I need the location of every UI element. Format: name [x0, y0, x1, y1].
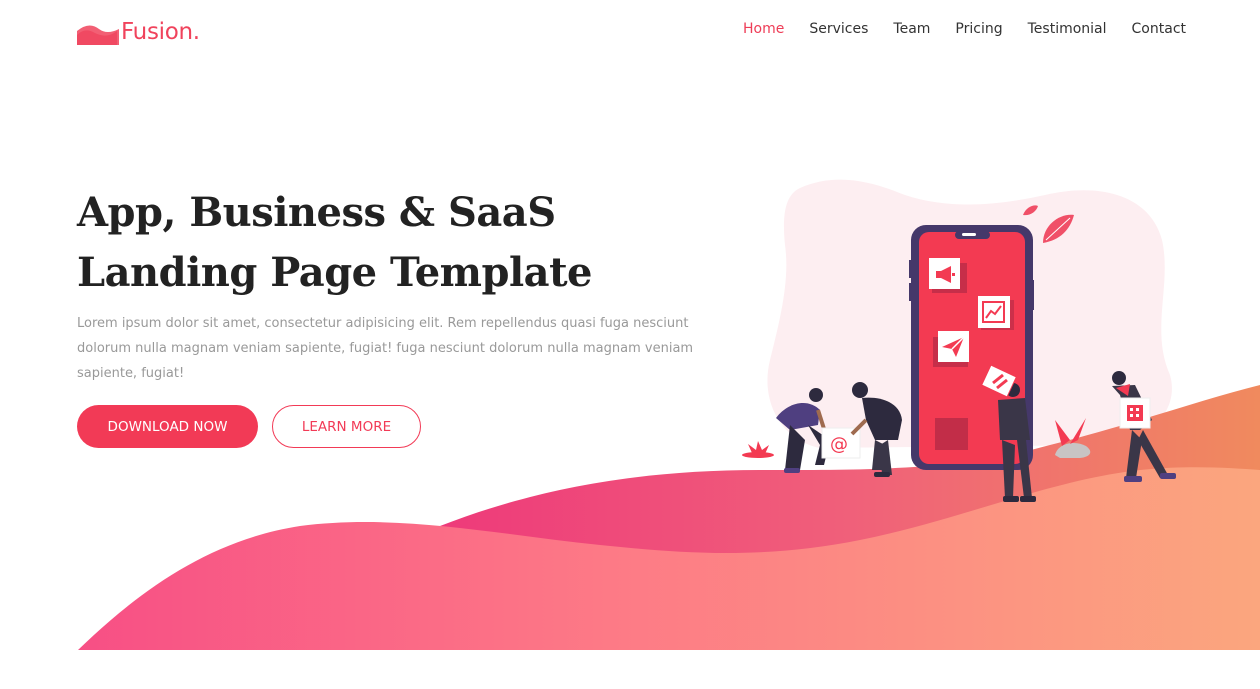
- hero-title-line-1: App, Business & SaaS: [77, 189, 556, 236]
- email-symbol: @: [830, 434, 848, 455]
- learn-more-button[interactable]: LEARN MORE: [272, 405, 421, 448]
- hero-title-line-2: Landing Page Template: [77, 249, 593, 296]
- plant-decoration: [742, 441, 774, 458]
- building-icon: [1127, 405, 1143, 421]
- hero-description: Lorem ipsum dolor sit amet, consectetur …: [77, 316, 694, 381]
- download-now-button[interactable]: DOWNLOAD NOW: [77, 405, 258, 448]
- hero-title: App, Business & SaaS Landing Page Templa…: [77, 183, 593, 303]
